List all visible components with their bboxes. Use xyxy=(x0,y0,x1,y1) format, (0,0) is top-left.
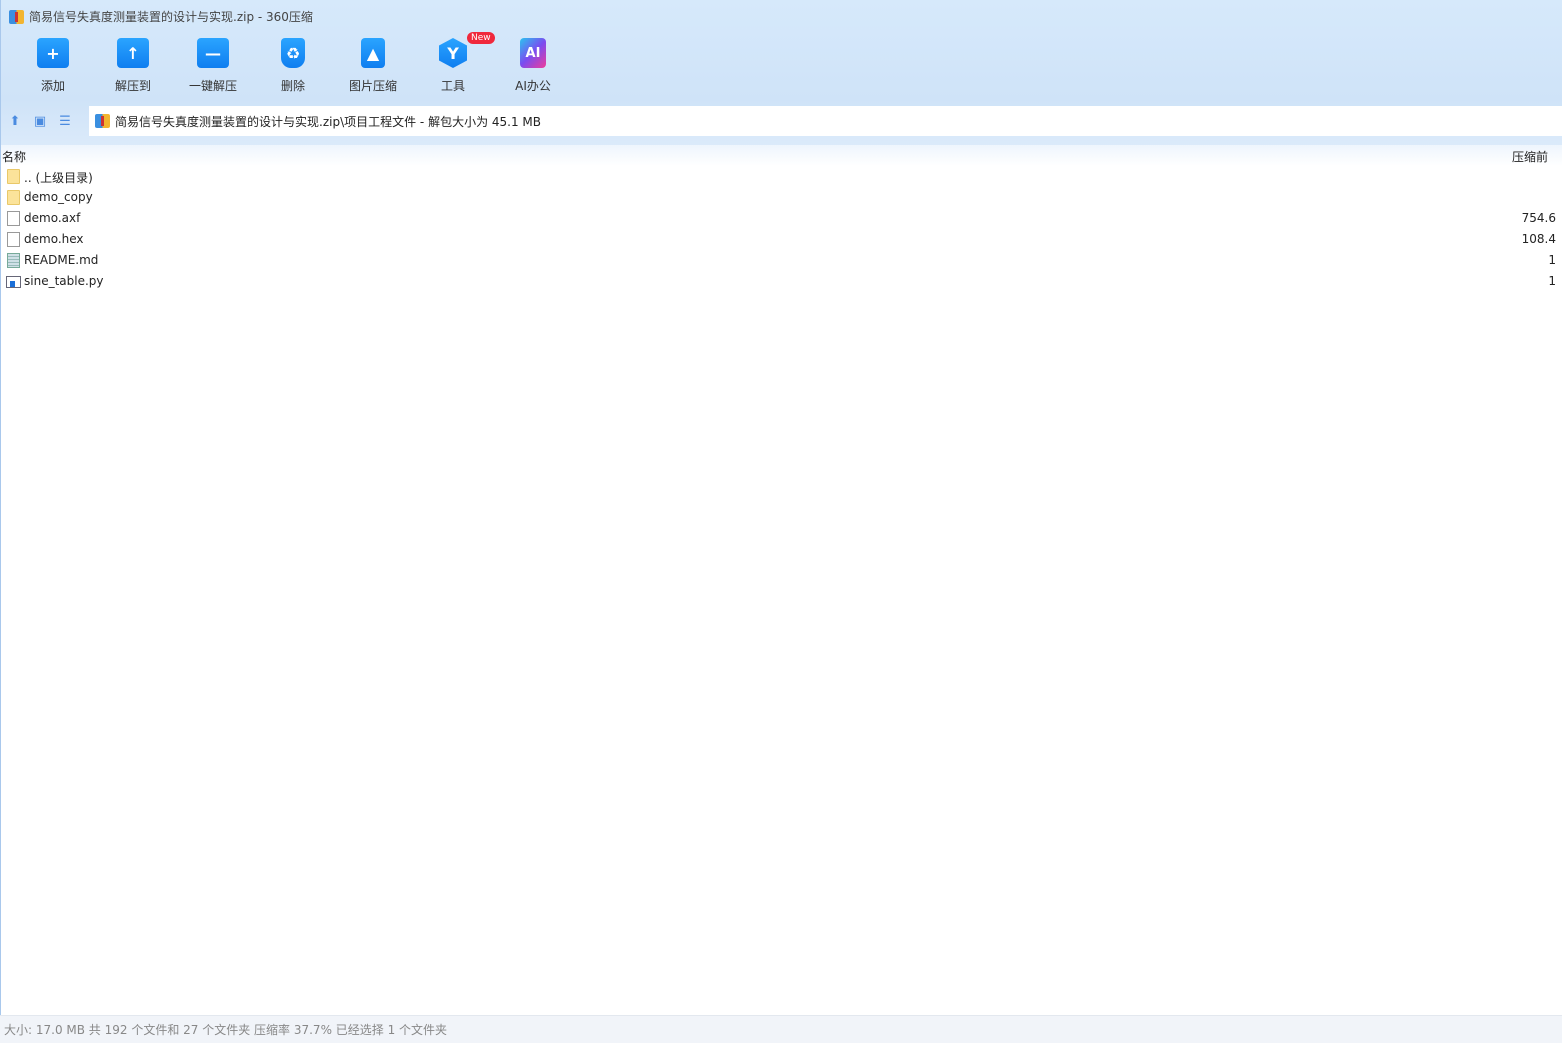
item-size: 754.6 xyxy=(1521,211,1556,225)
folder-extract-icon: ↑ xyxy=(117,38,149,68)
status-bar: 大小: 17.0 MB 共 192 个文件和 27 个文件夹 压缩率 37.7%… xyxy=(0,1015,1562,1043)
zip-app-icon xyxy=(9,9,24,24)
item-size: 1 xyxy=(1548,253,1556,267)
item-size: 108.4 xyxy=(1521,232,1556,246)
item-name: sine_table.py xyxy=(24,274,104,288)
item-name: .. (上级目录) xyxy=(24,171,93,185)
one-click-extract-label: 一键解压 xyxy=(188,79,237,93)
extract-to-label: 解压到 xyxy=(114,79,151,93)
image-compress-label: 图片压缩 xyxy=(348,79,397,93)
file-list: 名称 压缩前 .. (上级目录) demo_copy demo.axf 754.6… xyxy=(0,145,1562,1015)
item-name: demo.axf xyxy=(24,211,81,225)
folder-icon xyxy=(7,190,20,205)
image-compress-button[interactable]: ▲ 图片压缩 xyxy=(333,38,413,94)
list-item[interactable]: sine_table.py 1 xyxy=(1,271,1562,292)
one-click-extract-button[interactable]: — 一键解压 xyxy=(173,38,253,94)
folder-icon xyxy=(7,169,20,184)
image-compress-icon: ▲ xyxy=(361,38,385,68)
delete-button[interactable]: ♻ 删除 xyxy=(253,38,333,94)
window-title: 简易信号失真度测量装置的设计与实现.zip - 360压缩 xyxy=(9,8,313,25)
ai-office-button[interactable]: AI AI办公 xyxy=(493,38,573,94)
header: 简易信号失真度测量装置的设计与实现.zip - 360压缩 + 添加 ↑ 解压到 —… xyxy=(0,0,1562,145)
up-arrow-icon[interactable]: ⬆ xyxy=(4,114,26,129)
new-badge: New xyxy=(467,32,495,44)
list-header: 名称 压缩前 xyxy=(1,145,1562,166)
window-title-text: 简易信号失真度测量装置的设计与实现.zip - 360压缩 xyxy=(29,10,313,24)
column-name[interactable]: 名称 xyxy=(2,148,26,165)
folder-oneclick-icon: — xyxy=(197,38,229,68)
address-path: 简易信号失真度测量装置的设计与实现.zip\项目工程文件 - 解包大小为 45.… xyxy=(115,114,542,129)
add-label: 添加 xyxy=(40,79,65,93)
tools-label: 工具 xyxy=(440,79,465,93)
python-file-icon xyxy=(6,276,21,288)
folder-add-icon: + xyxy=(37,38,69,68)
toolbar: + 添加 ↑ 解压到 — 一键解压 ♻ 删除 ▲ 图片压缩 Y New 工具 AI AI办公 xyxy=(13,32,573,94)
file-icon xyxy=(7,232,20,247)
trash-icon: ♻ xyxy=(281,38,305,68)
list-item[interactable]: demo.hex 108.4 xyxy=(1,229,1562,250)
thumbnail-view-icon[interactable]: ▣ xyxy=(29,114,51,129)
item-name: README.md xyxy=(24,253,99,267)
file-icon xyxy=(7,211,20,226)
list-item[interactable]: demo_copy xyxy=(1,187,1562,208)
zip-icon xyxy=(95,114,110,128)
list-item[interactable]: .. (上级目录) xyxy=(1,166,1562,187)
list-item[interactable]: README.md 1 xyxy=(1,250,1562,271)
item-name: demo.hex xyxy=(24,232,84,246)
ai-office-icon: AI xyxy=(520,38,546,68)
delete-label: 删除 xyxy=(280,79,305,93)
column-size[interactable]: 压缩前 xyxy=(1512,148,1548,165)
item-size: 1 xyxy=(1548,274,1556,288)
extract-to-button[interactable]: ↑ 解压到 xyxy=(93,38,173,94)
tools-icon: Y xyxy=(439,38,467,68)
list-view-icon[interactable]: ☰ xyxy=(54,114,76,129)
address-row: ⬆ ▣ ☰ 简易信号失真度测量装置的设计与实现.zip\项目工程文件 - 解包大… xyxy=(1,106,1562,136)
add-button[interactable]: + 添加 xyxy=(13,38,93,94)
tools-button[interactable]: Y New 工具 xyxy=(413,32,495,94)
ai-office-label: AI办公 xyxy=(515,79,551,93)
list-item[interactable]: demo.axf 754.6 xyxy=(1,208,1562,229)
address-bar[interactable]: 简易信号失真度测量装置的设计与实现.zip\项目工程文件 - 解包大小为 45.… xyxy=(89,106,1562,136)
item-name: demo_copy xyxy=(24,190,93,204)
notepad-file-icon xyxy=(7,253,20,268)
